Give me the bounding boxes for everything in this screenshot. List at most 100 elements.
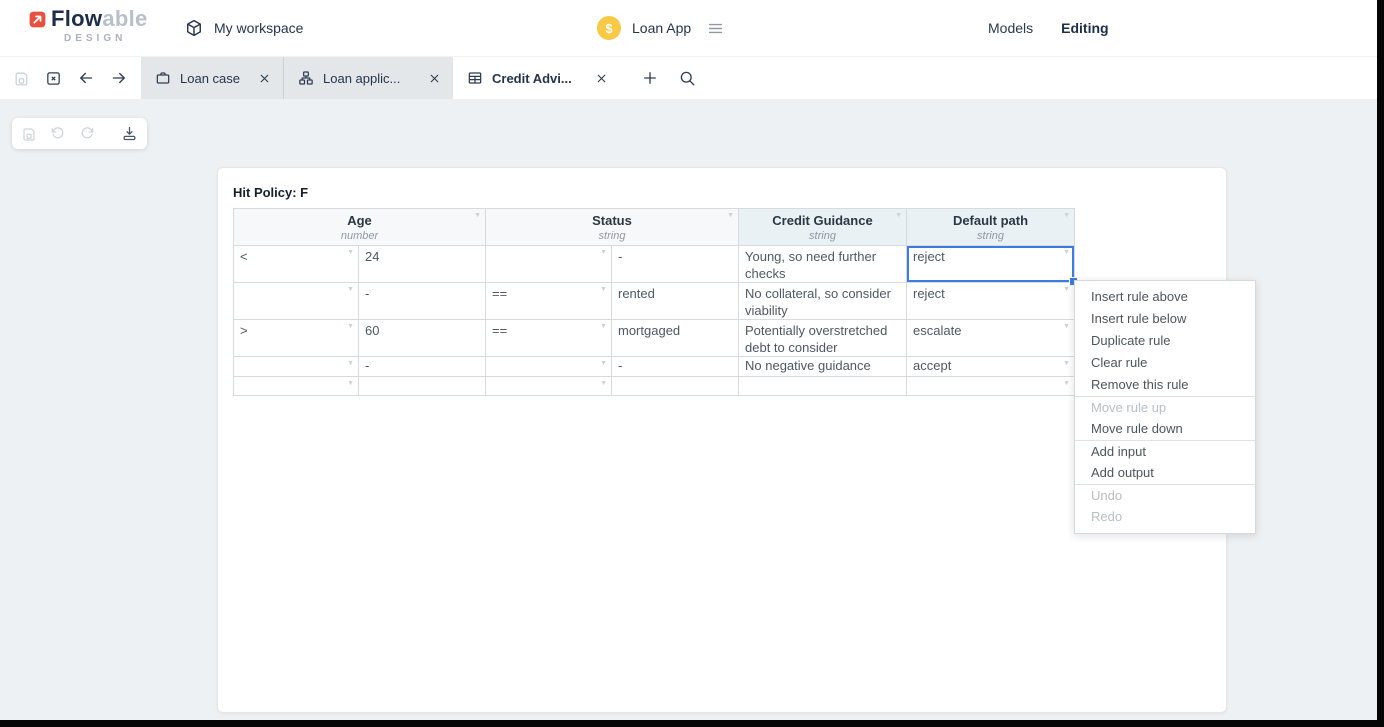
rule-row: ▼ ▼ ▼: [234, 377, 1075, 396]
chevron-down-icon[interactable]: ▼: [347, 323, 354, 331]
column-header-credit-guidance[interactable]: Credit Guidance string ▼: [739, 209, 907, 246]
briefcase-icon: [155, 70, 171, 86]
age-operator-cell[interactable]: ▼: [234, 283, 359, 320]
credit-guidance-cell[interactable]: Potentially overstretched debt to consid…: [739, 320, 907, 357]
status-operator-cell[interactable]: ==▼: [486, 283, 612, 320]
chevron-down-icon[interactable]: ▼: [347, 286, 354, 294]
close-tab-icon[interactable]: [595, 72, 608, 85]
default-path-cell[interactable]: escalate▼: [907, 320, 1075, 357]
rule-row: ▼ - ▼ - No negative guidance accept▼: [234, 357, 1075, 377]
chevron-down-icon[interactable]: ▼: [1063, 323, 1070, 331]
menu-item-undo: Undo: [1075, 484, 1255, 506]
status-value-cell[interactable]: [612, 377, 739, 396]
chevron-down-icon[interactable]: ▼: [1063, 212, 1070, 220]
chevron-down-icon[interactable]: ▼: [600, 323, 607, 331]
status-operator-cell[interactable]: ▼: [486, 246, 612, 283]
status-operator-cell[interactable]: ▼: [486, 357, 612, 377]
app-selector[interactable]: $ Loan App: [597, 0, 725, 56]
chevron-down-icon[interactable]: ▼: [1063, 286, 1070, 294]
tab-loan-application[interactable]: Loan applic...: [283, 57, 453, 99]
status-value-cell[interactable]: -: [612, 357, 739, 377]
nav-models[interactable]: Models: [988, 20, 1033, 36]
age-value-cell[interactable]: [359, 377, 486, 396]
chevron-down-icon[interactable]: ▼: [600, 286, 607, 294]
menu-item-move-rule-down[interactable]: Move rule down: [1075, 418, 1255, 440]
chevron-down-icon[interactable]: ▼: [600, 249, 607, 257]
menu-item-insert-rule-above[interactable]: Insert rule above: [1075, 286, 1255, 308]
tab-credit-advice[interactable]: Credit Advi...: [453, 57, 620, 99]
chevron-down-icon[interactable]: ▼: [727, 212, 734, 220]
age-operator-cell[interactable]: ▼: [234, 377, 359, 396]
tab-loan-case[interactable]: Loan case: [141, 57, 283, 99]
app-name: Loan App: [632, 20, 691, 36]
context-menu: Insert rule above Insert rule below Dupl…: [1074, 280, 1256, 534]
age-value-cell[interactable]: 60: [359, 320, 486, 357]
age-value-cell[interactable]: 24: [359, 246, 486, 283]
status-value-cell[interactable]: -: [612, 246, 739, 283]
chevron-down-icon[interactable]: ▼: [347, 360, 354, 368]
undo-button: [50, 126, 66, 142]
age-operator-cell[interactable]: <▼: [234, 246, 359, 283]
chevron-down-icon[interactable]: ▼: [600, 380, 607, 388]
close-tab-icon[interactable]: [258, 72, 271, 85]
save-button: [21, 126, 37, 142]
chevron-down-icon[interactable]: ▼: [347, 249, 354, 257]
chevron-down-icon[interactable]: ▼: [600, 360, 607, 368]
menu-item-remove-this-rule[interactable]: Remove this rule: [1075, 374, 1255, 396]
menu-item-add-output[interactable]: Add output: [1075, 462, 1255, 484]
decision-table-icon: [467, 70, 483, 86]
default-path-cell[interactable]: reject▼: [907, 283, 1075, 320]
chevron-down-icon[interactable]: ▼: [1063, 249, 1070, 257]
status-value-cell[interactable]: rented: [612, 283, 739, 320]
age-value-cell[interactable]: -: [359, 283, 486, 320]
chevron-down-icon[interactable]: ▼: [1063, 380, 1070, 388]
column-header-status[interactable]: Status string ▼: [486, 209, 739, 246]
workspace-selector[interactable]: My workspace: [184, 0, 303, 56]
status-operator-cell[interactable]: ==▼: [486, 320, 612, 357]
tab-label: Loan applic...: [323, 71, 400, 86]
menu-item-duplicate-rule[interactable]: Duplicate rule: [1075, 330, 1255, 352]
credit-guidance-cell[interactable]: No negative guidance: [739, 357, 907, 377]
column-header-default-path[interactable]: Default path string ▼: [907, 209, 1075, 246]
chevron-down-icon[interactable]: ▼: [895, 212, 902, 220]
default-path-cell[interactable]: accept▼: [907, 357, 1075, 377]
deploy-button[interactable]: [121, 125, 138, 142]
chevron-down-icon[interactable]: ▼: [347, 380, 354, 388]
credit-guidance-cell[interactable]: [739, 377, 907, 396]
redo-button: [79, 126, 95, 142]
new-tab-button[interactable]: [641, 69, 659, 87]
status-operator-cell[interactable]: ▼: [486, 377, 612, 396]
dollar-icon: $: [597, 16, 621, 40]
decision-table: Age number ▼ Status string ▼ Credit Guid…: [233, 208, 1075, 396]
column-header-age[interactable]: Age number ▼: [234, 209, 486, 246]
age-operator-cell[interactable]: ▼: [234, 357, 359, 377]
credit-guidance-cell[interactable]: Young, so need further checks: [739, 246, 907, 283]
chevron-down-icon[interactable]: ▼: [1063, 360, 1070, 368]
menu-item-move-rule-up: Move rule up: [1075, 396, 1255, 418]
credit-guidance-cell[interactable]: No collateral, so consider viability: [739, 283, 907, 320]
close-all-tabs-icon[interactable]: [45, 70, 62, 87]
window-edge-bottom: [0, 720, 1384, 727]
tab-strip-right-actions: [620, 57, 696, 99]
default-path-cell-selected[interactable]: reject▼: [907, 246, 1075, 283]
brand-name: Flowable: [51, 6, 148, 31]
nav-editing[interactable]: Editing: [1061, 20, 1108, 36]
menu-item-insert-rule-below[interactable]: Insert rule below: [1075, 308, 1255, 330]
hamburger-menu-icon[interactable]: [706, 19, 725, 38]
flowable-logo[interactable]: Flowable DESIGN: [28, 8, 148, 44]
navigate-back-icon[interactable]: [77, 69, 95, 87]
menu-item-add-input[interactable]: Add input: [1075, 440, 1255, 462]
search-tabs-button[interactable]: [678, 69, 696, 87]
editor-canvas: Hit Policy: F Age number ▼ Status string: [0, 99, 1384, 720]
age-operator-cell[interactable]: >▼: [234, 320, 359, 357]
rule-row: <▼ 24 ▼ - Young, so need further checks …: [234, 246, 1075, 283]
logo-design-subtitle: DESIGN: [51, 33, 148, 44]
save-model-icon: [13, 70, 30, 87]
default-path-cell[interactable]: ▼: [907, 377, 1075, 396]
age-value-cell[interactable]: -: [359, 357, 486, 377]
menu-item-clear-rule[interactable]: Clear rule: [1075, 352, 1255, 374]
chevron-down-icon[interactable]: ▼: [474, 212, 481, 220]
navigate-forward-icon[interactable]: [110, 69, 128, 87]
status-value-cell[interactable]: mortgaged: [612, 320, 739, 357]
close-tab-icon[interactable]: [428, 72, 441, 85]
